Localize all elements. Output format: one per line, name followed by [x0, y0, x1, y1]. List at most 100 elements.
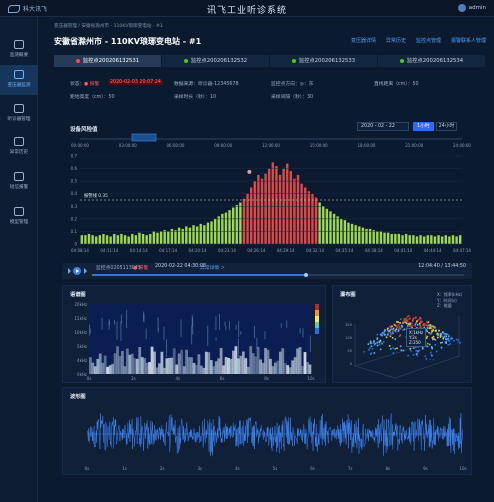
risk-bar: [448, 236, 451, 244]
abnormal-detail-link[interactable]: 异常详情 >: [200, 264, 225, 271]
monitor-management-link[interactable]: 监控点管理: [416, 37, 441, 44]
spectrogram-cell: [281, 348, 285, 374]
duration: 采样时长（秒）：10: [174, 95, 217, 100]
surface-point: [369, 340, 372, 343]
surface-point: [402, 349, 405, 352]
risk-chart[interactable]: 00:00:00 03:00:00 06:00:00 09:00:00 12:00:00…: [62, 132, 472, 260]
risk-bar: [314, 197, 318, 244]
spectrogram-cell: [145, 328, 147, 340]
range-24h-button[interactable]: 24小时: [436, 122, 457, 131]
risk-bar: [307, 191, 311, 244]
surface-point: [407, 325, 409, 327]
spectrogram-cell: [306, 361, 309, 374]
range-1h-button[interactable]: 1小时: [413, 122, 434, 131]
next-icon[interactable]: [84, 268, 87, 274]
spectrogram-cell: [180, 349, 184, 374]
risk-bar: [408, 235, 411, 244]
waveform-panel: 波形图 0s 1s 2s 3s 4s 5s 6s 7s 8s 9s 10s: [62, 387, 472, 475]
surface-point: [385, 336, 388, 339]
risk-bar: [415, 236, 419, 244]
spectrogram-panel: 语谱图 20kHz 15kHz 10kHz 5kHz 4kHz 0kHz 0s 2s 4s 6s 8…: [62, 285, 326, 383]
alarm-contact-link[interactable]: 报警联系人管理: [451, 37, 486, 44]
surface-point: [429, 358, 431, 361]
spectrogram-cell: [177, 353, 181, 374]
surface-point: [390, 333, 392, 335]
spectrogram-cell: [288, 367, 292, 374]
risk-bar: [123, 235, 127, 244]
spectrogram-cell: [271, 366, 275, 374]
y-tick-label: 0: [74, 242, 77, 247]
spectrogram-cell: [170, 357, 174, 374]
surface-point: [420, 317, 422, 320]
spectrogram-cell: [286, 365, 290, 374]
timeline-tick-label: 15:00:00: [310, 143, 328, 148]
sidebar-item-overview[interactable]: 监测概要: [0, 35, 38, 65]
spectrogram-cell: [235, 324, 237, 330]
sidebar-item-transformer[interactable]: 变压器监测: [0, 65, 38, 95]
spectrogram-cell: [274, 362, 277, 374]
surface-point: [426, 335, 429, 338]
risk-bar: [192, 225, 195, 244]
spectrogram-cell: [163, 367, 166, 374]
surface-z-tick: 100: [345, 336, 353, 340]
surface-point: [415, 349, 418, 352]
abnormal-history-link[interactable]: 异常历史: [386, 37, 406, 44]
surface-point: [395, 328, 398, 331]
surface-point: [391, 327, 394, 330]
risk-bar: [332, 213, 336, 244]
waveform-x-tick: 1s: [122, 466, 127, 471]
spectrogram-cell: [128, 354, 132, 374]
date-picker[interactable]: 2020 - 02 - 22: [357, 122, 409, 131]
spectrogram-cell: [217, 358, 221, 374]
spectrogram-y-tick: 0kHz: [77, 372, 87, 377]
waveform-x-tick: 5s: [273, 466, 278, 471]
spectrogram-cell: [143, 313, 145, 323]
interval: 采样间隔（秒）：30: [271, 95, 314, 100]
spectrogram-cell: [209, 360, 213, 374]
surface-point: [440, 346, 443, 349]
risk-bar: [156, 232, 159, 244]
surface-point: [457, 341, 459, 343]
tab-monitor-3[interactable]: 监控点200206132533: [270, 55, 378, 67]
surface-point: [396, 347, 398, 350]
spectrogram-cell: [280, 323, 282, 328]
timeline[interactable]: 00:00:00 03:00:00 06:00:00 09:00:00 12:00:00…: [71, 133, 471, 148]
transformer-detail-link[interactable]: 变压器详情: [351, 37, 376, 44]
x-tick-label: 04:29:14: [277, 248, 295, 253]
surface-point: [389, 335, 392, 338]
sidebar-item-models[interactable]: 模型管理: [0, 202, 38, 232]
sidebar-item-stethoscope[interactable]: 听诊器管理: [0, 99, 38, 129]
risk-bar: [386, 232, 390, 244]
risk-bar: [343, 220, 347, 244]
user-menu[interactable]: admin: [457, 4, 486, 12]
risk-axis: 0.7 0.6 0.5 0.4 0.3 0.2 0.1 0 报警线 0.35 04:08:14 04…: [71, 154, 472, 254]
sidebar-item-sms[interactable]: 短信报警: [0, 167, 38, 197]
surface-point: [433, 338, 435, 340]
tab-monitor-1[interactable]: 监控点200206132531: [54, 55, 162, 67]
risk-bar: [149, 233, 152, 244]
surface-point: [403, 318, 406, 320]
sidebar-item-history[interactable]: 异常历史: [0, 132, 38, 162]
risk-bar: [145, 235, 148, 244]
spectrogram-cell: [237, 338, 239, 358]
surface-point: [372, 342, 375, 344]
tab-monitor-4[interactable]: 监控点200206132534: [378, 55, 486, 67]
breadcrumb: 变压器管理 / 安徽省滁州市 - 110KV琅琊变电站 - #1: [54, 24, 163, 29]
tab-monitor-2[interactable]: 监控点200206132532: [162, 55, 270, 67]
risk-bar: [134, 235, 138, 244]
prev-icon[interactable]: [68, 268, 71, 274]
risk-bar: [95, 236, 98, 244]
status-badge: ● 报警: [84, 82, 100, 87]
risk-bar: [210, 221, 213, 244]
surface-point: [431, 354, 433, 357]
risk-bar: [224, 212, 228, 244]
risk-bar: [289, 171, 293, 244]
surface-point: [369, 347, 371, 349]
spectrogram-cell: [155, 367, 159, 374]
spectrogram-cell: [108, 365, 112, 374]
surface-point: [449, 343, 452, 345]
x-tick-label: 04:32:14: [306, 248, 324, 253]
surface-point: [398, 327, 401, 330]
progress-thumb[interactable]: [304, 273, 308, 277]
risk-bar: [203, 225, 206, 244]
